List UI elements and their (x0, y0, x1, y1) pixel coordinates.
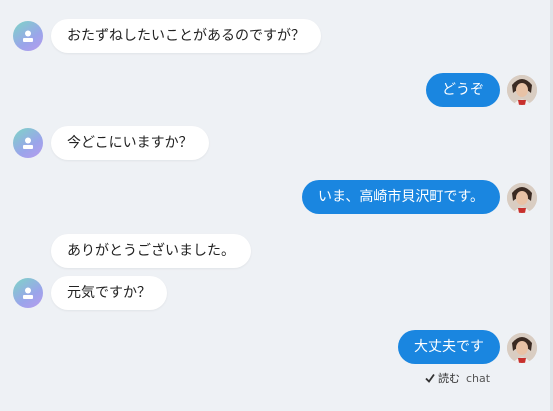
checkmark-icon (425, 373, 435, 383)
read-label: 読む (438, 372, 460, 385)
agent-avatar (507, 183, 537, 213)
message-bubble-outgoing: どうぞ (426, 73, 500, 107)
message-bubble-outgoing: 大丈夫です (398, 330, 500, 364)
user-avatar-icon (13, 278, 43, 308)
user-avatar-icon (13, 21, 43, 51)
status-source: chat (466, 371, 491, 385)
read-status: 読む chat (425, 370, 490, 386)
message-bubble-incoming: 今どこにいますか？ (51, 126, 209, 160)
message-bubble-incoming: おたずねしたいことがあるのですが？ (51, 19, 321, 53)
agent-avatar (507, 333, 537, 363)
user-avatar-icon (13, 128, 43, 158)
message-bubble-outgoing: いま、高崎市貝沢町です。 (301, 180, 500, 214)
agent-photo-icon (507, 333, 537, 363)
agent-photo-icon (507, 183, 537, 213)
message-bubble-incoming: 元気ですか？ (51, 276, 167, 310)
agent-photo-icon (507, 75, 537, 105)
message-bubble-incoming: ありがとうございました。 (51, 234, 251, 268)
agent-avatar (507, 75, 537, 105)
